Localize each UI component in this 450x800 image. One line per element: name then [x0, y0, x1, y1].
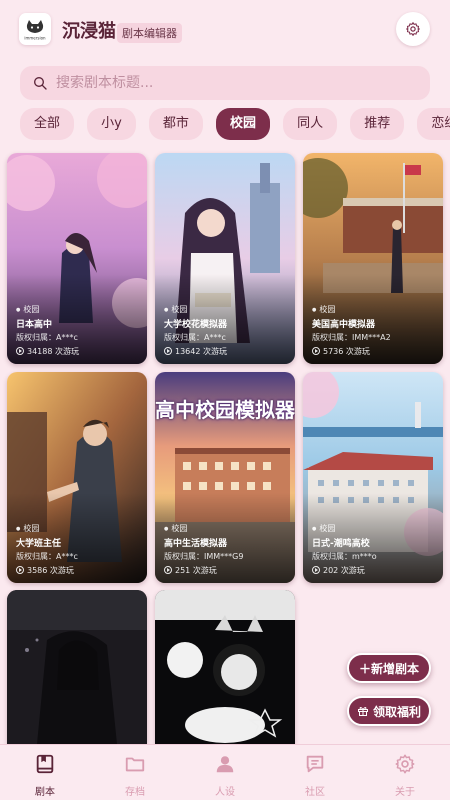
card-title: 大学校花模拟器	[164, 320, 228, 330]
card-tag: 校园	[312, 523, 377, 534]
bottom-nav: 剧本 存档 人设 社区 关于	[0, 744, 450, 800]
nav-community[interactable]: 社区	[285, 753, 345, 798]
tab-recommended[interactable]: 推荐	[350, 108, 405, 140]
card-owner: 版权归属：IMM***A2	[312, 333, 391, 342]
app-logo: immersion	[19, 13, 51, 45]
play-icon	[312, 347, 320, 355]
cat-logo-icon: immersion	[24, 20, 46, 41]
card-owner: 版权归属：A***c	[16, 552, 78, 561]
card-cover-image	[155, 590, 295, 744]
card-play-count: 13642 次游玩	[175, 347, 227, 356]
search-input[interactable]	[56, 75, 396, 91]
nav-label: 社区	[305, 787, 325, 798]
script-card[interactable]: 高中校园模拟器 校园 高中生活模拟器 版权归属：IMM***G9 251 次游玩	[155, 372, 295, 583]
claim-bonus-button[interactable]: 领取福利	[347, 696, 431, 726]
card-tag: 校园	[164, 523, 243, 534]
card-cover-title: 高中校园模拟器	[155, 398, 295, 422]
gift-icon	[357, 707, 368, 716]
play-icon	[16, 566, 24, 574]
tab-dating-show[interactable]: 恋综	[417, 108, 450, 140]
tab-urban[interactable]: 都市	[148, 108, 203, 140]
add-script-button[interactable]: ＋新增剧本	[347, 653, 431, 683]
card-title: 大学班主任	[16, 539, 62, 549]
category-tabs: 全部 小y 都市 校园 同人 推荐 恋综	[20, 108, 450, 142]
card-play-count: 5736 次游玩	[323, 347, 370, 356]
card-owner: 版权归属：A***c	[16, 333, 78, 342]
tab-fandom[interactable]: 同人	[283, 108, 338, 140]
card-play-count: 34188 次游玩	[27, 347, 79, 356]
nav-scripts[interactable]: 剧本	[15, 753, 75, 798]
nav-label: 剧本	[35, 787, 55, 798]
gear-icon	[395, 754, 415, 774]
card-tag: 校园	[16, 304, 79, 315]
script-card[interactable]: 校园 日式-潮鸣高校 版权归属：m***o 202 次游玩	[303, 372, 443, 583]
play-icon	[16, 347, 24, 355]
script-card[interactable]	[7, 590, 147, 744]
card-play-count: 3586 次游玩	[27, 566, 74, 575]
nav-saves[interactable]: 存档	[105, 753, 165, 798]
script-card[interactable]: 校园 大学校花模拟器 版权归属：A***c 13642 次游玩	[155, 153, 295, 364]
nav-label: 关于	[395, 787, 415, 798]
search-bar[interactable]	[20, 66, 430, 100]
svg-text:immersion: immersion	[24, 36, 46, 41]
nav-about[interactable]: 关于	[375, 753, 435, 798]
card-title: 日式-潮鸣高校	[312, 539, 370, 549]
script-card[interactable]	[155, 590, 295, 744]
nav-persona[interactable]: 人设	[195, 753, 255, 798]
card-owner: 版权归属：A***c	[164, 333, 226, 342]
card-tag: 校园	[312, 304, 391, 315]
play-icon	[312, 566, 320, 574]
card-cover-image	[7, 590, 147, 744]
card-play-count: 251 次游玩	[175, 566, 217, 575]
book-icon	[36, 754, 54, 774]
tab-all[interactable]: 全部	[20, 108, 75, 140]
claim-bonus-label: 领取福利	[372, 704, 421, 719]
card-title: 美国高中模拟器	[312, 320, 376, 330]
play-icon	[164, 566, 172, 574]
app-header: immersion 沉浸猫 剧本编辑器	[0, 0, 450, 60]
card-owner: 版权归属：m***o	[312, 552, 377, 561]
script-card[interactable]: 校园 日本高中 版权归属：A***c 34188 次游玩	[7, 153, 147, 364]
tab-xiao-y[interactable]: 小y	[87, 108, 136, 140]
chat-icon	[306, 755, 324, 773]
script-card[interactable]: 校园 大学班主任 版权归属：A***c 3586 次游玩	[7, 372, 147, 583]
card-tag: 校园	[164, 304, 227, 315]
editor-badge: 剧本编辑器	[117, 23, 182, 43]
gear-icon	[406, 22, 420, 36]
card-owner: 版权归属：IMM***G9	[164, 552, 244, 561]
play-icon	[164, 347, 172, 355]
nav-label: 人设	[215, 787, 235, 798]
tab-campus[interactable]: 校园	[216, 108, 271, 140]
script-card[interactable]: 校园 美国高中模拟器 版权归属：IMM***A2 5736 次游玩	[303, 153, 443, 364]
card-title: 日本高中	[16, 320, 53, 330]
search-icon	[34, 77, 47, 90]
nav-label: 存档	[125, 787, 145, 798]
card-title: 高中生活模拟器	[164, 539, 228, 549]
settings-button[interactable]	[396, 12, 430, 46]
app-title: 沉浸猫	[62, 21, 116, 42]
folder-icon	[125, 757, 145, 772]
person-icon	[216, 756, 234, 773]
card-tag: 校园	[16, 523, 78, 534]
card-play-count: 202 次游玩	[323, 566, 365, 575]
